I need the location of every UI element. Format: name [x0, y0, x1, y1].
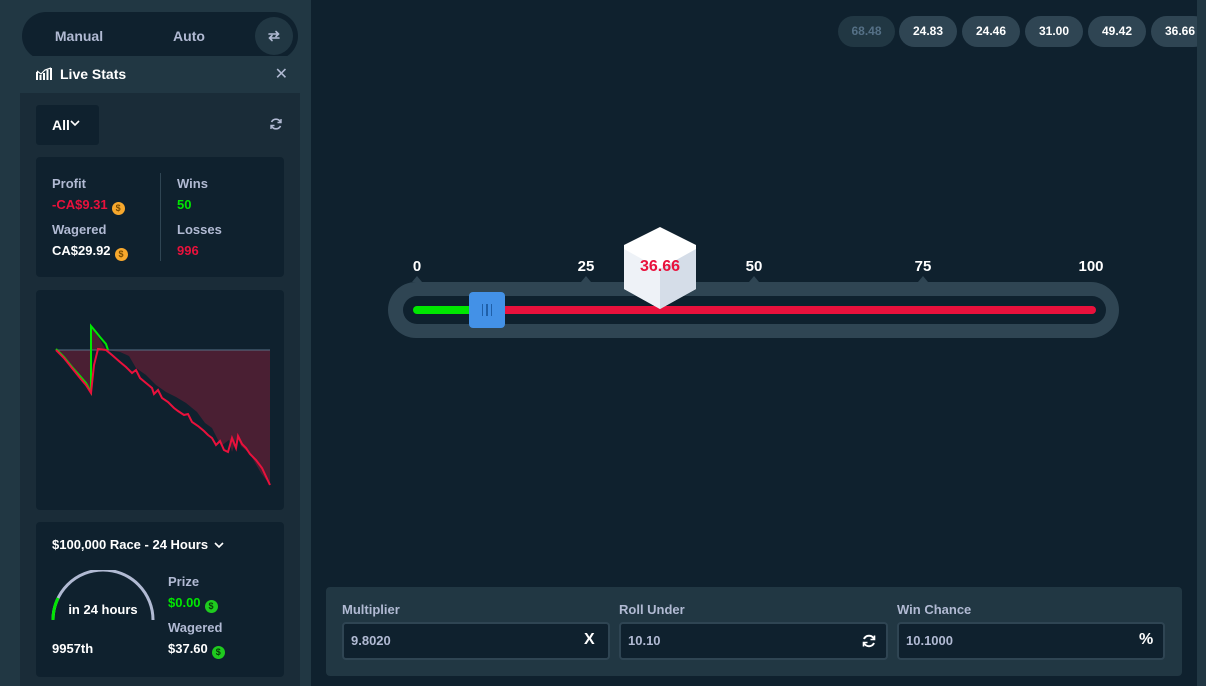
race-wagered-value: $37.60 $ — [168, 641, 225, 659]
roll-under-input[interactable]: 10.10 — [619, 622, 888, 660]
tick-label-75: 75 — [914, 258, 932, 275]
prize-value: $0.00 $ — [168, 595, 218, 613]
live-stats-header: Live Stats ✕ — [20, 56, 300, 93]
win-chance-label: Win Chance — [897, 602, 972, 617]
swap-button[interactable] — [255, 17, 293, 55]
profit-label: Profit — [52, 176, 86, 191]
currency-coin-icon: $ — [211, 646, 225, 659]
auto-tab[interactable]: Auto — [144, 12, 234, 60]
profit-graph-card — [36, 290, 284, 510]
race-card: $100,000 Race - 24 Hours in 24 hours 995… — [36, 522, 284, 677]
manual-tab[interactable]: Manual — [34, 12, 124, 60]
tick-label-100: 100 — [1078, 258, 1104, 275]
stats-card: Profit -CA$9.31 $ Wagered CA$29.92 $ Wins … — [36, 157, 284, 277]
roll-under-value: 10.10 — [628, 633, 661, 648]
multiplier-label: Multiplier — [342, 602, 400, 617]
live-stats-title: Live Stats — [60, 66, 127, 82]
wins-value: 50 — [177, 197, 192, 212]
wagered-amount: CA$29.92 — [52, 243, 111, 258]
wagered-label: Wagered — [52, 222, 107, 237]
currency-coin-icon: $ — [204, 600, 218, 613]
result-value: 36.66 — [639, 258, 681, 275]
multiplier-input[interactable]: 9.8020 — [342, 622, 610, 660]
tick-label-50: 50 — [745, 258, 763, 275]
refresh-icon[interactable] — [269, 117, 283, 131]
swap-direction-icon[interactable] — [861, 633, 877, 649]
tick-label-25: 25 — [577, 258, 595, 275]
race-time-left: in 24 hours — [68, 602, 138, 617]
profit-graph — [55, 323, 271, 486]
wins-label: Wins — [177, 176, 208, 191]
bet-controls: Multiplier 9.8020 X Roll Under 10.10 Win… — [326, 587, 1182, 676]
multiplier-value: 9.8020 — [351, 633, 391, 648]
right-edge — [1197, 0, 1206, 686]
stats-divider — [160, 173, 161, 261]
tick-label-0: 0 — [412, 258, 422, 275]
grip-icon — [481, 304, 493, 316]
slider-thumb[interactable] — [469, 292, 505, 328]
losses-label: Losses — [177, 222, 222, 237]
slider-lose-range[interactable] — [487, 306, 1096, 314]
stats-chart-icon — [36, 67, 52, 80]
losses-value: 996 — [177, 243, 199, 258]
swap-icon — [268, 30, 280, 42]
sidebar: Manual Auto Live Stats ✕ All Profit -CA$… — [0, 0, 311, 686]
chevron-down-icon — [214, 542, 224, 549]
race-title-text: $100,000 Race - 24 Hours — [52, 537, 209, 552]
close-icon[interactable]: ✕ — [275, 64, 288, 84]
multiplier-x-icon: X — [584, 631, 595, 648]
currency-coin-icon: $ — [111, 202, 125, 215]
prize-label: Prize — [168, 574, 200, 589]
chevron-down-icon — [70, 120, 80, 127]
stats-filter-select[interactable]: All — [36, 105, 99, 145]
history-result: 24.46 — [962, 16, 1020, 47]
history-result: 31.00 — [1025, 16, 1083, 47]
profit-amount: -CA$9.31 — [52, 197, 108, 212]
loss-area — [56, 325, 270, 485]
percent-icon: % — [1139, 631, 1154, 648]
win-chance-value: 10.1000 — [906, 633, 953, 648]
mode-toggle: Manual Auto — [22, 12, 298, 60]
live-stats-panel: Live Stats ✕ All Profit -CA$9.31 $ Wagere… — [20, 56, 300, 686]
race-wagered-label: Wagered — [168, 620, 223, 635]
currency-coin-icon: $ — [114, 248, 128, 261]
profit-value: -CA$9.31 $ — [52, 197, 125, 215]
history-result: 68.48 — [838, 16, 895, 47]
win-chance-input[interactable]: 10.1000 — [897, 622, 1165, 660]
race-rank: 9957th — [52, 641, 94, 656]
race-title[interactable]: $100,000 Race - 24 Hours — [52, 537, 224, 552]
prize-amount: $0.00 — [168, 595, 201, 610]
stats-filter-value: All — [52, 117, 70, 133]
wagered-value: CA$29.92 $ — [52, 243, 128, 261]
roll-under-label: Roll Under — [619, 602, 685, 617]
history-result: 24.83 — [899, 16, 957, 47]
history-result: 49.42 — [1088, 16, 1146, 47]
race-wagered-amount: $37.60 — [168, 641, 208, 656]
